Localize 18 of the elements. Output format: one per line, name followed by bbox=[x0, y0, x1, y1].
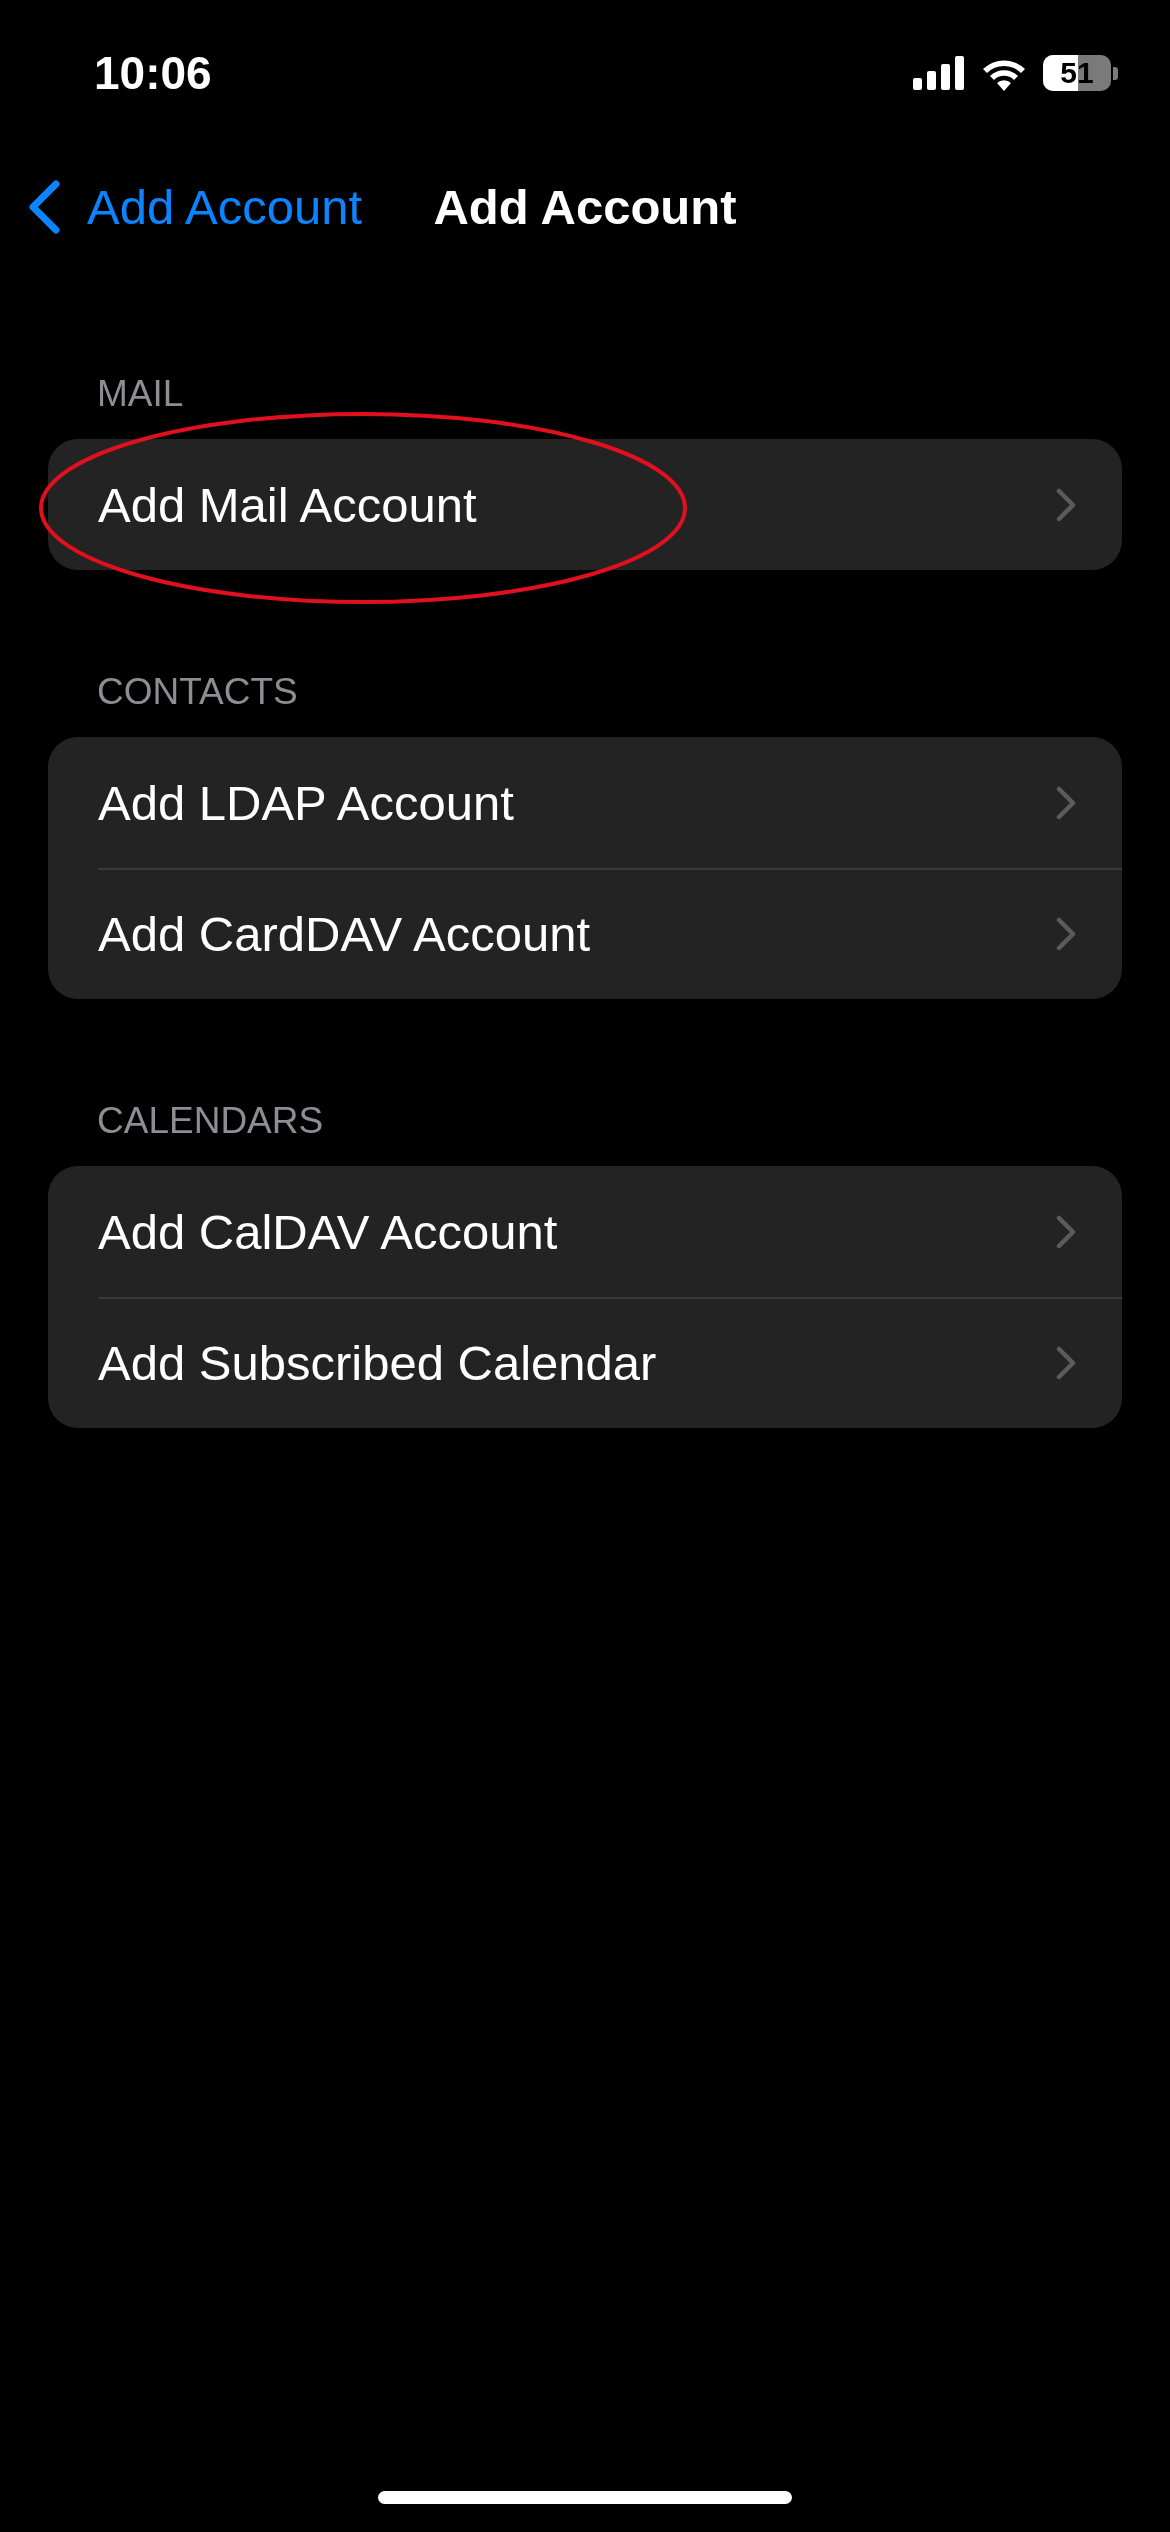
chevron-right-icon bbox=[1056, 1345, 1076, 1380]
chevron-right-icon bbox=[1056, 1214, 1076, 1249]
nav-title: Add Account bbox=[433, 179, 737, 235]
section-header: MAIL bbox=[96, 372, 185, 416]
list-row[interactable]: Add LDAP Account bbox=[48, 737, 1122, 868]
list-row[interactable]: Add Mail Account bbox=[48, 439, 1122, 570]
section-header: CALENDARS bbox=[96, 1099, 325, 1143]
chevron-right-icon bbox=[1056, 785, 1076, 820]
chevron-left-icon bbox=[27, 180, 61, 234]
section-header: CONTACTS bbox=[96, 670, 299, 714]
status-time: 10:06 bbox=[94, 46, 212, 100]
list-row[interactable]: Add CardDAV Account bbox=[48, 868, 1122, 999]
list-row[interactable]: Add Subscribed Calendar bbox=[48, 1297, 1122, 1428]
back-button[interactable]: Add Account bbox=[0, 178, 369, 236]
chevron-right-icon bbox=[1056, 487, 1076, 522]
chevron-right-icon bbox=[1056, 916, 1076, 951]
list-row[interactable]: Add CalDAV Account bbox=[48, 1166, 1122, 1297]
signal-icon bbox=[913, 56, 965, 90]
